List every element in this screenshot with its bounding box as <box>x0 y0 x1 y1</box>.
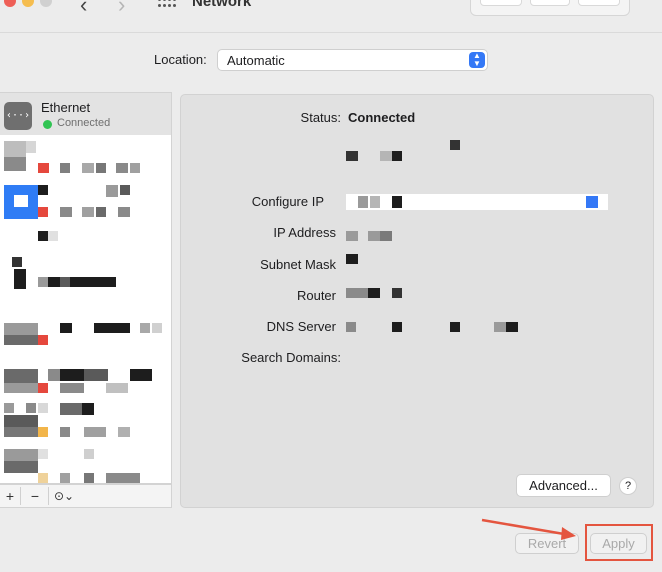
redacted-router-value <box>392 288 402 298</box>
advanced-button[interactable]: Advanced... <box>516 474 611 497</box>
add-service-button[interactable]: + <box>0 487 20 505</box>
router-label: Router <box>296 288 336 303</box>
window-title: Network <box>192 0 252 10</box>
location-value: Automatic <box>227 53 285 68</box>
redacted-ip-value <box>346 231 358 241</box>
service-item-redacted[interactable] <box>0 185 171 229</box>
redacted-dns-value <box>450 322 460 332</box>
redacted-ip-value <box>380 231 392 241</box>
redacted-dns-value <box>392 322 402 332</box>
toolbar-button[interactable] <box>578 0 620 6</box>
redacted-status-detail <box>450 140 460 150</box>
redacted-status-detail <box>380 151 392 161</box>
toolbar-separator <box>20 487 21 505</box>
status-dot-icon <box>43 120 52 129</box>
service-list-toolbar: + − ⊙⌄ <box>0 484 172 508</box>
toolbar-divider <box>0 32 662 33</box>
remove-service-button[interactable]: − <box>24 487 46 505</box>
chevron-updown-icon <box>586 196 598 208</box>
location-select[interactable]: Automatic ▲ ▼ <box>217 49 488 71</box>
redacted-subnet-value <box>346 254 358 264</box>
chevron-updown-icon: ▲ ▼ <box>469 52 485 68</box>
toolbar-separator <box>48 487 49 505</box>
redacted-dns-value <box>494 322 506 332</box>
back-arrow-icon[interactable]: ‹ <box>80 0 87 18</box>
redacted-router-value <box>346 288 368 298</box>
service-name: Ethernet <box>41 100 91 115</box>
configure-ip-select[interactable] <box>346 194 608 210</box>
forward-arrow-icon[interactable]: › <box>118 0 125 18</box>
search-domains-label: Search Domains: <box>241 350 341 365</box>
action-menu-button[interactable]: ⊙⌄ <box>50 487 78 505</box>
service-item-ethernet[interactable]: ‹··› Ethernet Connected <box>0 93 171 135</box>
toolbar-button[interactable] <box>530 0 570 6</box>
service-item-redacted[interactable] <box>0 403 171 447</box>
configure-ip-label: Configure IP <box>251 194 324 209</box>
service-item-redacted[interactable] <box>0 231 171 311</box>
redacted-ip-value <box>368 231 380 241</box>
location-label: Location: <box>154 52 207 67</box>
help-button[interactable]: ? <box>619 477 637 495</box>
apply-highlight-box <box>585 524 653 561</box>
service-list[interactable]: ‹··› Ethernet Connected <box>0 92 172 484</box>
redacted-status-detail <box>392 151 402 161</box>
ip-address-label: IP Address <box>273 225 336 240</box>
ethernet-icon: ‹··› <box>4 102 32 130</box>
service-status: Connected <box>57 117 111 129</box>
service-item-redacted[interactable] <box>0 321 171 365</box>
show-all-grid-icon[interactable] <box>158 0 176 8</box>
toolbar-button[interactable] <box>480 0 522 6</box>
redacted-dns-value <box>346 322 356 332</box>
redacted-dns-value <box>506 322 518 332</box>
redacted-status-detail <box>346 151 358 161</box>
service-item-redacted[interactable] <box>0 447 171 483</box>
status-value: Connected <box>348 110 416 125</box>
subnet-mask-label: Subnet Mask <box>260 257 336 272</box>
dns-server-label: DNS Server <box>266 319 336 334</box>
status-label: Status: <box>300 110 341 125</box>
service-item-redacted[interactable] <box>0 139 171 183</box>
annotation-arrow-icon <box>481 518 576 540</box>
redacted-router-value <box>368 288 380 298</box>
